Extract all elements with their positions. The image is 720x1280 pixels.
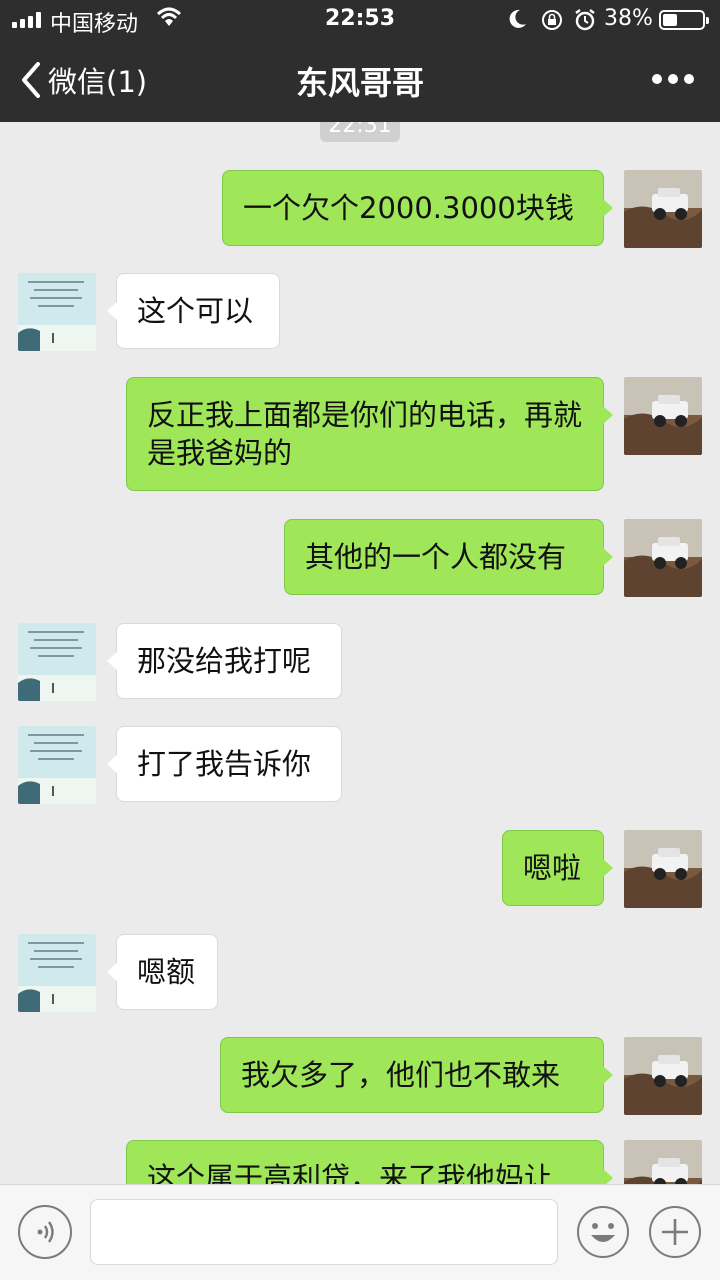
received-message-bubble[interactable]: 那没给我打呢 <box>107 623 342 699</box>
my-avatar[interactable] <box>624 1037 702 1115</box>
message-row: 一个欠个2000.3000块钱 <box>0 170 720 248</box>
my-avatar[interactable] <box>624 170 702 248</box>
chat-timestamp: 22:31 <box>320 122 400 142</box>
plus-icon <box>649 1206 701 1258</box>
sent-message-bubble[interactable]: 我欠多了，他们也不敢来 <box>220 1037 613 1113</box>
received-message-bubble[interactable]: 打了我告诉你 <box>107 726 342 802</box>
my-avatar[interactable] <box>624 519 702 597</box>
chat-title: 东风哥哥 <box>295 64 424 102</box>
message-row: 那没给我打呢 <box>0 623 720 701</box>
message-row: 嗯额 <box>0 934 720 1012</box>
input-bar <box>0 1184 720 1280</box>
contact-avatar[interactable] <box>18 273 96 351</box>
top-bar: 中国移动 22:53 38% 微信(1) 东风哥哥 <box>0 0 720 122</box>
moon-icon <box>509 9 526 28</box>
sent-message-bubble[interactable]: 嗯啦 <box>502 830 613 906</box>
message-row: 这个可以 <box>0 273 720 351</box>
message-row: 打了我告诉你 <box>0 726 720 804</box>
battery-percent: 38% <box>604 6 653 31</box>
message-row: 反正我上面都是你们的电话，再就是我爸妈的 <box>0 377 720 491</box>
my-avatar[interactable] <box>624 377 702 455</box>
sent-message-bubble[interactable]: 反正我上面都是你们的电话，再就是我爸妈的 <box>126 377 613 491</box>
chat-area[interactable]: 22:31 一个欠个2000.3000块钱这个可以反正我上面都是你们的电话，再就… <box>0 122 720 1184</box>
message-row: 我欠多了，他们也不敢来 <box>0 1037 720 1115</box>
my-avatar[interactable] <box>624 1140 702 1184</box>
contact-avatar[interactable] <box>18 726 96 804</box>
my-avatar[interactable] <box>624 830 702 908</box>
more-dots-icon[interactable] <box>652 68 694 90</box>
received-message-bubble[interactable]: 嗯额 <box>107 934 218 1010</box>
alarm-icon <box>575 9 595 31</box>
emoji-icon <box>577 1206 629 1258</box>
message-row: 这个属于高利贷，来了我他妈让 <box>0 1140 720 1184</box>
emoji-button[interactable] <box>576 1205 630 1259</box>
battery-icon <box>659 10 709 30</box>
voice-button[interactable] <box>18 1205 72 1259</box>
status-bar: 中国移动 22:53 38% <box>0 0 720 40</box>
plus-button[interactable] <box>648 1205 702 1259</box>
message-row: 其他的一个人都没有 <box>0 519 720 597</box>
sent-message-bubble[interactable]: 其他的一个人都没有 <box>284 519 613 595</box>
contact-avatar[interactable] <box>18 934 96 1012</box>
sent-message-bubble[interactable]: 这个属于高利贷，来了我他妈让 <box>126 1140 613 1184</box>
voice-icon <box>37 1221 54 1243</box>
message-row: 嗯啦 <box>0 830 720 908</box>
rotation-lock-icon <box>542 10 562 30</box>
sent-message-bubble[interactable]: 一个欠个2000.3000块钱 <box>222 170 613 246</box>
contact-avatar[interactable] <box>18 623 96 701</box>
received-message-bubble[interactable]: 这个可以 <box>107 273 280 349</box>
message-input[interactable] <box>90 1199 558 1265</box>
